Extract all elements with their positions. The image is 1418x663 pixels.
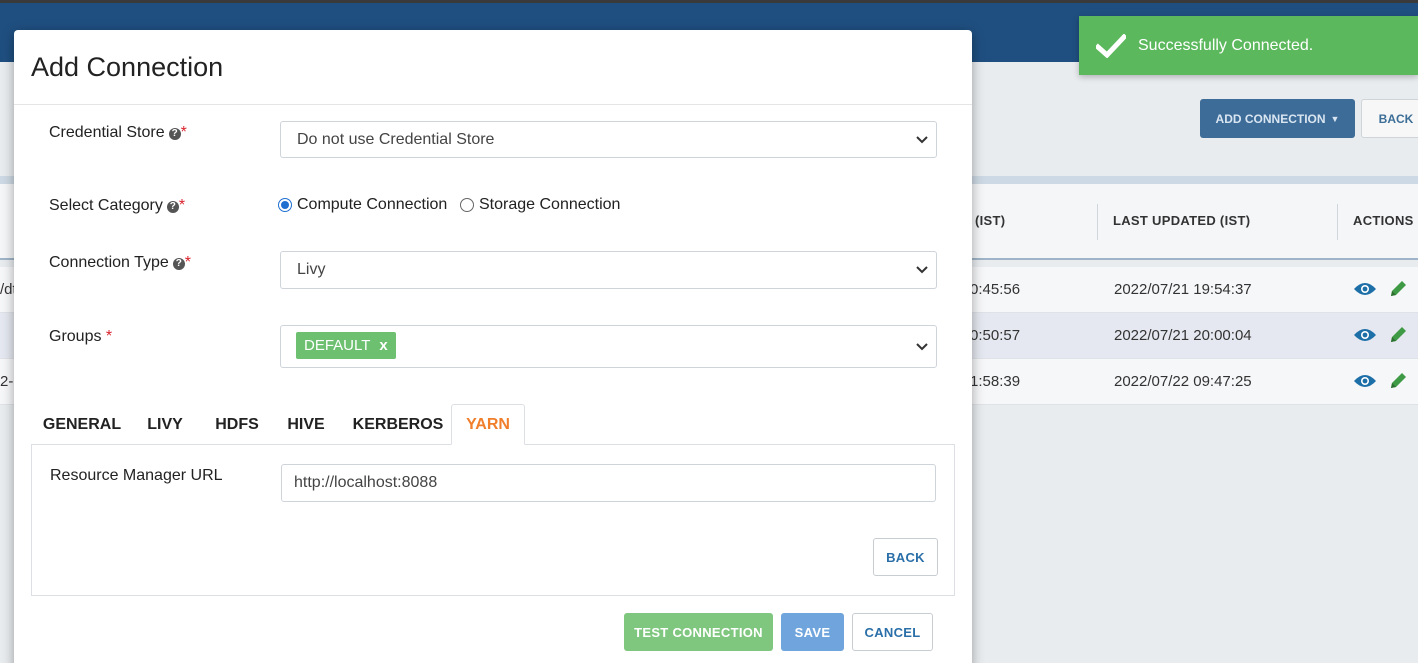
add-connection-button[interactable]: ADD CONNECTION ▼ [1200,99,1355,138]
success-toast[interactable]: Successfully Connected. [1079,16,1418,75]
tab-hive-label: HIVE [287,415,325,433]
tab-kerberos-label: KERBEROS [352,415,444,433]
groups-multiselect[interactable]: DEFAULT x [280,325,937,368]
eye-icon[interactable] [1353,373,1377,389]
add-connection-modal: Add Connection Credential Store? * Do not… [14,30,972,663]
test-connection-label: TEST CONNECTION [634,624,763,640]
credential-store-value: Do not use Credential Store [297,130,495,148]
checkmark-icon [1096,33,1126,58]
save-button[interactable]: SAVE [781,613,844,651]
pencil-icon[interactable] [1388,325,1408,345]
connection-type-label: Connection Type? * [49,254,191,272]
remove-tag-icon[interactable]: x [379,337,387,354]
updated-cell: 2022/07/22 09:47:25 [1114,373,1252,390]
tab-kerberos[interactable]: KERBEROS [352,404,444,445]
page-back-button[interactable]: BACK [1361,99,1418,138]
group-tag-label: DEFAULT [304,337,371,354]
cancel-label: CANCEL [864,624,921,640]
credential-store-select[interactable]: Do not use Credential Store [280,121,937,158]
required-marker: * [184,254,192,271]
column-separator [1097,204,1098,240]
tab-back-button[interactable]: BACK [873,538,938,576]
pencil-icon[interactable] [1388,371,1408,391]
storage-connection-label: Storage Connection [479,196,621,213]
pencil-icon[interactable] [1388,279,1408,299]
column-separator [1337,204,1338,240]
connection-tabs: GENERAL LIVY HDFS HIVE KERBEROS YARN [31,404,955,445]
eye-icon[interactable] [1353,281,1377,297]
radio-selected-icon[interactable] [278,198,292,212]
chevron-down-icon [916,342,928,350]
help-icon[interactable]: ? [168,128,181,140]
group-tag-default: DEFAULT x [296,332,396,359]
page-back-label: BACK [1378,111,1414,126]
column-header-created: (IST) [975,213,1006,228]
tab-hdfs-label: HDFS [215,415,259,433]
compute-connection-label: Compute Connection [297,196,448,213]
help-icon[interactable]: ? [172,258,185,270]
required-marker: * [105,328,113,345]
column-header-last-updated[interactable]: LAST UPDATED (IST) [1113,213,1250,228]
created-cell: 1:58:39 [970,373,1021,390]
cancel-button[interactable]: CANCEL [852,613,933,651]
tab-hive[interactable]: HIVE [283,404,329,445]
required-marker: * [180,124,187,141]
tab-yarn-label: YARN [466,415,510,433]
groups-label: Groups * [49,328,112,346]
select-category-label: Select Category? * [49,197,185,215]
updated-cell: 2022/07/21 19:54:37 [1114,281,1252,298]
save-label: SAVE [794,624,831,640]
resource-manager-url-label: Resource Manager URL [50,467,223,484]
help-icon[interactable]: ? [166,201,179,213]
chevron-down-icon [916,266,928,274]
storage-connection-radio[interactable]: Storage Connection [460,196,620,214]
test-connection-button[interactable]: TEST CONNECTION [624,613,773,651]
required-marker: * [178,197,186,214]
tab-livy[interactable]: LIVY [138,404,192,445]
tab-livy-label: LIVY [147,415,183,433]
tab-general-label: GENERAL [42,415,122,433]
credential-store-label-text: Credential Store [49,124,165,141]
tab-hdfs[interactable]: HDFS [209,404,265,445]
add-connection-label: ADD CONNECTION [1215,111,1326,126]
chevron-down-icon [916,135,928,143]
updated-cell: 2022/07/21 20:00:04 [1114,327,1252,344]
tab-general[interactable]: GENERAL [31,404,133,445]
credential-store-label: Credential Store? * [49,124,187,142]
tab-back-label: BACK [886,549,925,565]
select-category-label-text: Select Category [49,197,163,214]
modal-header-divider [14,104,972,105]
compute-connection-radio[interactable]: Compute Connection [278,196,447,214]
created-cell: 0:45:56 [970,281,1021,298]
column-header-actions: ACTIONS [1353,213,1414,228]
resource-manager-url-input[interactable]: http://localhost:8088 [281,464,936,502]
connection-type-value: Livy [297,261,326,278]
groups-label-text: Groups [49,328,102,345]
modal-title: Add Connection [31,52,224,82]
connection-type-select[interactable]: Livy [280,251,937,289]
connection-type-label-text: Connection Type [49,254,169,271]
tab-yarn[interactable]: YARN [451,404,525,445]
toast-message: Successfully Connected. [1138,36,1314,54]
radio-unselected-icon[interactable] [460,198,474,212]
caret-down-icon: ▼ [1330,113,1340,124]
yarn-tab-panel: Resource Manager URL http://localhost:80… [31,444,955,596]
created-cell: 0:50:57 [970,327,1021,344]
resource-manager-url-value: http://localhost:8088 [294,474,438,491]
eye-icon[interactable] [1353,327,1377,343]
